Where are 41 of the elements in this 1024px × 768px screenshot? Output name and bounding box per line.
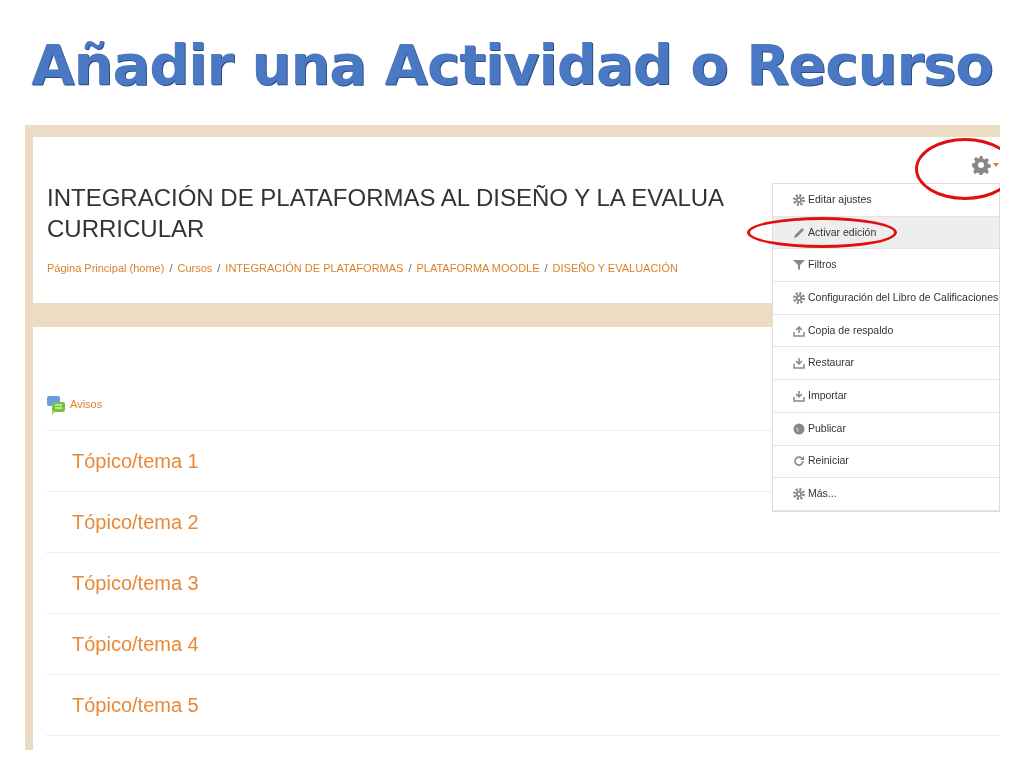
refresh-icon (793, 455, 805, 468)
topic-heading[interactable]: Tópico/tema 2 (72, 507, 199, 537)
chat-icon (46, 394, 66, 415)
menu-item[interactable]: Copia de respaldo (773, 314, 999, 348)
menu-item[interactable]: Publicar (773, 412, 999, 446)
menu-item[interactable]: Más... (773, 478, 999, 511)
breadcrumb-link[interactable]: INTEGRACIÓN DE PLATAFORMAS (225, 260, 404, 277)
filter-icon (793, 259, 805, 272)
gear-icon (971, 155, 991, 175)
menu-item[interactable]: Reiniciar (773, 445, 999, 479)
breadcrumb-separator: / (169, 261, 173, 276)
globe-icon (793, 422, 805, 435)
breadcrumb-link[interactable]: DISEÑO Y EVALUACIÓN (552, 260, 678, 277)
download-icon (793, 357, 805, 370)
breadcrumb-link[interactable]: Página Principal (home) (47, 260, 165, 277)
menu-item[interactable]: Configuración del Libro de Calificaciones (773, 282, 999, 315)
course-title: CURRICULAR (47, 214, 205, 244)
menu-item[interactable]: Editar ajustes (773, 184, 999, 217)
breadcrumb-separator: / (217, 261, 221, 276)
menu-item[interactable]: Filtros (773, 249, 999, 283)
gear-icon (793, 488, 805, 501)
breadcrumb-link[interactable]: Cursos (177, 260, 213, 277)
topic-heading[interactable]: Tópico/tema 4 (72, 629, 199, 659)
settings-button[interactable] (971, 155, 999, 175)
upload-icon (793, 324, 805, 337)
topic-heading[interactable]: Tópico/tema 1 (72, 446, 199, 476)
pencil-icon (793, 226, 805, 239)
menu-item[interactable]: Importar (773, 380, 999, 413)
caret-icon (993, 163, 999, 167)
breadcrumb-separator: / (544, 261, 548, 276)
forum-link[interactable]: Avisos (70, 396, 103, 413)
topic-heading[interactable]: Tópico/tema 3 (72, 568, 199, 598)
course-title: INTEGRACIÓN DE PLATAFORMAS AL DISEÑO Y LA EVALUA (47, 183, 725, 213)
download-icon (793, 389, 805, 402)
gear-icon (793, 193, 805, 206)
gear-icon (793, 291, 805, 304)
breadcrumb-separator: / (408, 261, 412, 276)
menu-item[interactable]: Restaurar (773, 347, 999, 381)
slide-title: Añadir una Actividad o Recurso (30, 31, 994, 99)
topic-heading[interactable]: Tópico/tema 5 (72, 690, 199, 720)
breadcrumb-link[interactable]: PLATAFORMA MOODLE (416, 260, 540, 277)
